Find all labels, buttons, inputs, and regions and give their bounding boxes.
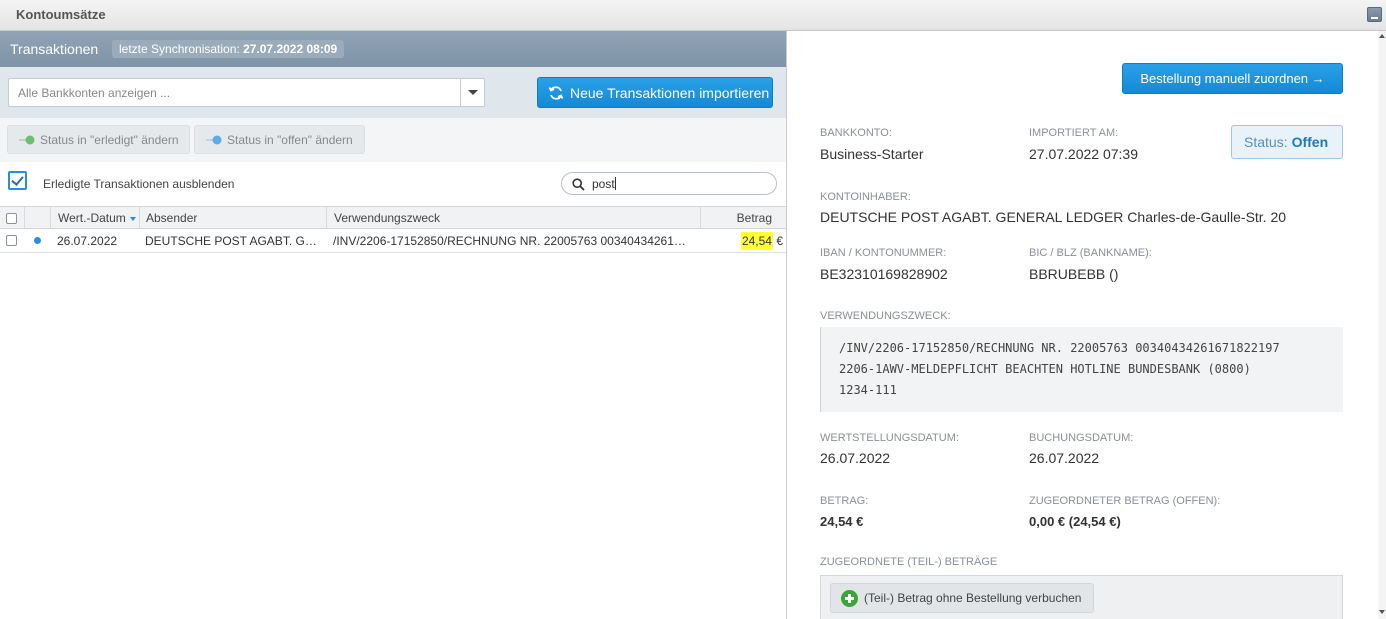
table-row[interactable]: 26.07.2022 DEUTSCHE POST AGABT. GENERAL … [0,229,787,253]
sync-value: 27.07.2022 08:09 [243,42,338,56]
chevron-down-icon[interactable] [460,79,484,106]
column-header-amount-label: Betrag [736,211,772,225]
purpose-line-1: /INV/2206-17152850/RECHNUNG NR. 22005763… [839,341,1280,355]
transactions-header: Transaktionen letzte Synchronisation: 27… [0,31,787,67]
betrag-label: Betrag: [820,495,869,507]
buchung-label: Buchungsdatum: [1029,432,1134,444]
betrag-value: 24,54 € [820,514,864,529]
search-icon [572,178,585,191]
window-title: Kontoumsätze [16,7,106,22]
row-amount-highlight: 24,54 [740,232,773,250]
iban-label: IBAN / Kontonummer: [820,247,947,259]
column-header-sender-label: Absender [146,211,198,225]
select-all-checkbox[interactable] [6,213,17,224]
row-select-checkbox[interactable] [6,235,17,246]
book-without-order-label: (Teil-) Betrag ohne Bestellung verbuchen [864,591,1082,605]
importiert-value: 27.07.2022 07:39 [1029,146,1138,162]
buchung-value: 26.07.2022 [1029,450,1100,466]
import-transactions-button[interactable]: Neue Transaktionen importieren [537,77,773,108]
row-date: 26.07.2022 [57,234,118,248]
kontoinhaber-label: Kontoinhaber: [820,191,911,203]
window-header: Kontoumsätze [0,0,1386,31]
wert-value: 26.07.2022 [820,450,891,466]
sync-badge: letzte Synchronisation: 27.07.2022 08:09 [112,40,345,58]
status-label: Status: [1244,134,1288,150]
row-currency: € [776,234,783,248]
plus-icon [841,590,858,607]
hide-done-label: Erledigte Transaktionen ausblenden [43,177,235,191]
transactions-toolbar: Alle Bankkonten anzeigen ... Neue Transa… [0,67,787,118]
scroll-down-icon[interactable] [1379,610,1385,614]
transactions-title: Transaktionen [10,41,99,57]
purpose-line-2: 2206-1AWV-MELDEPFLICHT BEACHTEN HOTLINE … [839,362,1251,376]
scroll-up-icon[interactable] [1379,34,1385,38]
column-header-purpose[interactable]: Verwendungszweck [327,207,701,229]
importiert-label: Importiert am: [1029,127,1119,139]
teilbetraege-label: Zugeordnete (Teil-) Beträge [820,556,998,568]
kontoinhaber-value: DEUTSCHE POST AGABT. GENERAL LEDGER Char… [820,209,1287,225]
row-sender: DEUTSCHE POST AGABT. GENERAL LEDGER [145,234,321,248]
column-header-amount[interactable]: Betrag [701,207,787,229]
hide-done-checkbox[interactable] [8,171,27,190]
assign-order-button[interactable]: Bestellung manuell zuordnen → [1122,63,1343,94]
search-value: post [592,177,615,191]
bank-account-select[interactable]: Alle Bankkonten anzeigen ... [8,78,485,107]
header-select-cell [0,207,25,229]
table-header: Wert.-Datum Absender Verwendungszweck Be… [0,206,787,229]
sync-label: letzte Synchronisation: [119,42,240,56]
status-open-label: Status in "offen" ändern [227,133,353,147]
bank-account-select-placeholder: Alle Bankkonten anzeigen ... [18,86,171,100]
search-input[interactable]: post [561,172,777,195]
bic-label: BIC / BLZ (Bankname): [1029,247,1152,259]
purpose-label: Verwendungszweck: [820,310,951,322]
header-status-cell [25,207,51,229]
sort-desc-icon [129,217,136,221]
detail-scrollbar[interactable] [1378,31,1386,619]
status-open-button[interactable]: Status in "offen" ändern [194,125,365,154]
wert-label: Wertstellungsdatum: [820,432,959,444]
status-done-icon [19,135,35,145]
bankkonto-value: Business-Starter [820,146,924,162]
status-badge: Status: Offen [1231,125,1343,159]
column-header-date-label: Wert.-Datum [58,211,126,225]
text-caret [614,177,616,190]
filter-bar: Erledigte Transaktionen ausblenden post [0,162,787,206]
purpose-text-box: /INV/2206-17152850/RECHNUNG NR. 22005763… [820,327,1343,412]
book-without-order-button[interactable]: (Teil-) Betrag ohne Bestellung verbuchen [830,583,1094,613]
transactions-panel: Transaktionen letzte Synchronisation: 27… [0,31,787,619]
partial-amounts-box: (Teil-) Betrag ohne Bestellung verbuchen [820,575,1343,619]
status-open-icon [206,135,222,145]
row-amount: 24,54 € [701,229,783,252]
transaction-detail-panel: Bestellung manuell zuordnen → Bankkonto:… [787,31,1386,619]
import-transactions-label: Neue Transaktionen importieren [570,85,770,101]
zugeordnet-label: Zugeordneter Betrag (offen): [1029,495,1221,507]
row-purpose: /INV/2206-17152850/RECHNUNG NR. 22005763… [333,234,691,248]
status-bar: Status in "erledigt" ändern Status in "o… [0,118,787,162]
status-done-label: Status in "erledigt" ändern [40,133,179,147]
minimize-icon[interactable] [1367,7,1382,22]
column-header-date[interactable]: Wert.-Datum [51,207,140,229]
status-done-button[interactable]: Status in "erledigt" ändern [7,125,190,154]
iban-value: BE32310169828902 [820,266,948,282]
sync-icon [548,86,564,100]
bankkonto-label: Bankkonto: [820,127,892,139]
zugeordnet-value: 0,00 € (24,54 €) [1029,514,1121,529]
column-header-purpose-label: Verwendungszweck [334,211,441,225]
bic-value: BBRUBEBB () [1029,266,1119,282]
status-value: Offen [1291,134,1329,150]
status-dot-icon [34,237,41,244]
purpose-line-3: 1234-111 [839,383,897,397]
column-header-sender[interactable]: Absender [140,207,327,229]
